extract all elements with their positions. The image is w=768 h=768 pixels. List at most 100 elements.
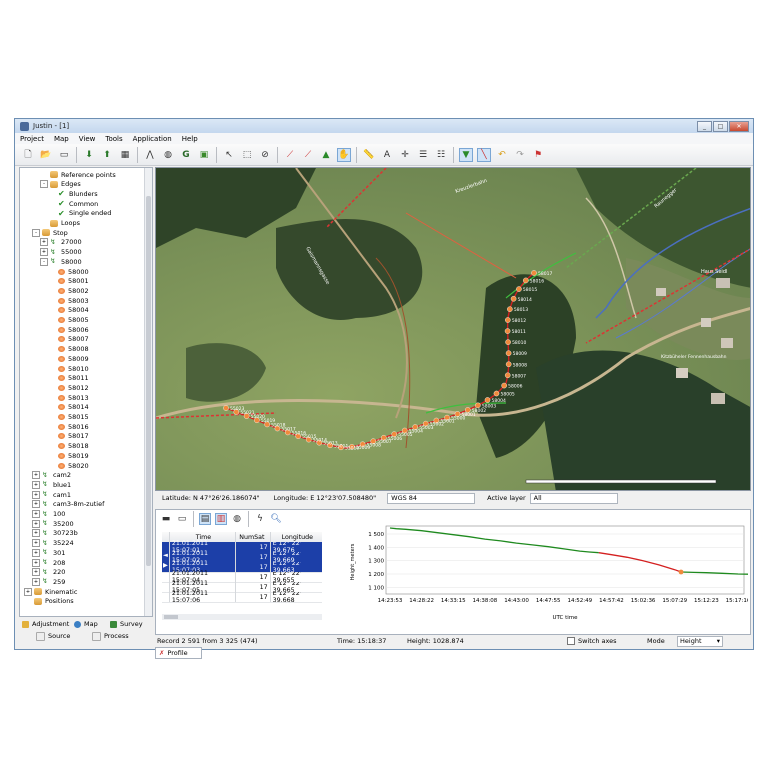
tree-item[interactable]: 58020 bbox=[48, 461, 89, 470]
expand-icon[interactable]: + bbox=[32, 490, 40, 499]
survey-point[interactable] bbox=[531, 270, 537, 276]
tab-survey[interactable]: Survey bbox=[107, 619, 146, 629]
tree-item[interactable]: + ↯ 100 bbox=[32, 510, 65, 519]
pointer-icon[interactable]: ↖ bbox=[222, 148, 236, 162]
survey-point[interactable] bbox=[504, 328, 511, 334]
menu-map[interactable]: Map bbox=[54, 135, 69, 143]
save-icon[interactable]: ▭ bbox=[57, 148, 71, 162]
tree-item[interactable]: 58010 bbox=[48, 364, 89, 373]
save-icon[interactable]: ▭ bbox=[176, 513, 188, 525]
tree-item[interactable]: 58019 bbox=[48, 451, 89, 460]
survey-point[interactable] bbox=[507, 306, 513, 312]
menu-project[interactable]: Project bbox=[20, 135, 44, 143]
tree-item[interactable]: + ↯ 301 bbox=[32, 548, 65, 557]
mode-select[interactable]: Height ▾ bbox=[677, 635, 723, 647]
tab-source[interactable]: Source bbox=[33, 631, 73, 641]
tree-scrollbar[interactable] bbox=[144, 168, 152, 616]
column-header[interactable]: Longitude bbox=[271, 532, 322, 542]
survey-point[interactable] bbox=[516, 286, 522, 292]
select-area-icon[interactable]: ⬚ bbox=[240, 148, 254, 162]
tree-item[interactable]: 58014 bbox=[48, 403, 89, 412]
crosshair-icon[interactable]: ✛ bbox=[398, 148, 412, 162]
expand-icon[interactable]: + bbox=[40, 238, 48, 247]
tree-item[interactable]: + ↯ 30723b bbox=[32, 529, 78, 538]
table-view-icon[interactable]: ▤ bbox=[199, 513, 211, 525]
tree-item[interactable]: 58002 bbox=[48, 286, 89, 295]
globe-icon[interactable]: ◍ bbox=[161, 148, 175, 162]
survey-point[interactable] bbox=[505, 361, 512, 368]
flag-icon[interactable]: ⚑ bbox=[531, 148, 545, 162]
survey-point[interactable] bbox=[505, 350, 512, 357]
tree-item[interactable]: - ↯ 58000 bbox=[40, 257, 82, 266]
tree-item[interactable]: 58000 bbox=[48, 267, 89, 276]
letter-g-icon[interactable]: G bbox=[179, 148, 193, 162]
survey-point[interactable] bbox=[504, 372, 511, 379]
list-icon[interactable]: ☰ bbox=[416, 148, 430, 162]
column-header[interactable]: NumSat bbox=[236, 532, 271, 542]
tree-item[interactable]: 58009 bbox=[48, 354, 89, 363]
expand-icon[interactable]: + bbox=[32, 471, 40, 480]
tree-item[interactable]: - Stop bbox=[32, 228, 68, 237]
collapse-icon[interactable]: - bbox=[32, 228, 40, 237]
tree-item[interactable]: ✔ Blunders bbox=[48, 189, 98, 198]
globe-icon[interactable]: ◍ bbox=[231, 513, 243, 525]
survey-point[interactable] bbox=[484, 397, 491, 403]
tab-process[interactable]: Process bbox=[89, 631, 132, 641]
tree-item[interactable]: 58006 bbox=[48, 325, 89, 334]
triangle-tool-icon[interactable]: ▲ bbox=[319, 148, 333, 162]
tree-item[interactable]: + ↯ 35224 bbox=[32, 539, 74, 548]
expand-icon[interactable]: + bbox=[32, 500, 40, 509]
expand-icon[interactable]: + bbox=[32, 548, 40, 557]
accept-icon[interactable]: ▼ bbox=[459, 147, 473, 162]
tree-item[interactable]: + ↯ 208 bbox=[32, 558, 65, 567]
tree-item[interactable]: 58015 bbox=[48, 413, 89, 422]
tree-item[interactable]: 58003 bbox=[48, 296, 89, 305]
compass-icon[interactable]: ⋀ bbox=[143, 148, 157, 162]
survey-point[interactable] bbox=[475, 402, 481, 409]
redo-icon[interactable]: ↷ bbox=[513, 148, 527, 162]
survey-point[interactable] bbox=[505, 317, 511, 323]
no-entry-icon[interactable]: ⊘ bbox=[258, 148, 272, 162]
survey-point[interactable] bbox=[510, 295, 517, 302]
tree-item[interactable]: Reference points bbox=[40, 170, 116, 179]
datum-field[interactable]: WGS 84 bbox=[387, 492, 476, 504]
tree-item[interactable]: + ↯ 35200 bbox=[32, 519, 74, 528]
pan-hand-icon[interactable]: ✋ bbox=[337, 147, 351, 162]
print-icon[interactable]: ▬ bbox=[160, 513, 172, 525]
north-arrow-icon[interactable]: A bbox=[380, 148, 394, 162]
tree-item[interactable]: 58017 bbox=[48, 432, 89, 441]
expand-icon[interactable]: + bbox=[24, 587, 32, 596]
import-icon[interactable]: ⬇ bbox=[82, 148, 96, 162]
expand-icon[interactable]: + bbox=[32, 568, 40, 577]
tree-item[interactable]: 58001 bbox=[48, 277, 89, 286]
tree-item[interactable]: + ↯ cam3-8m-zutief bbox=[32, 500, 104, 509]
expand-icon[interactable]: + bbox=[40, 248, 48, 257]
tree-item[interactable]: 58008 bbox=[48, 345, 89, 354]
tree-item[interactable]: + ↯ 259 bbox=[32, 577, 65, 586]
line-draw-icon[interactable]: ╲ bbox=[477, 147, 491, 162]
menu-tools[interactable]: Tools bbox=[105, 135, 122, 143]
menu-view[interactable]: View bbox=[79, 135, 96, 143]
line-tool-icon[interactable]: ⟋ bbox=[283, 148, 297, 162]
tree-item[interactable]: 58005 bbox=[48, 316, 89, 325]
expand-icon[interactable]: + bbox=[32, 510, 40, 518]
menu-help[interactable]: Help bbox=[182, 135, 198, 143]
tree-item[interactable]: + ↯ 220 bbox=[32, 568, 65, 577]
expand-icon[interactable]: + bbox=[32, 480, 40, 489]
maximize-button[interactable]: □ bbox=[713, 121, 728, 132]
tree-item[interactable]: Loops bbox=[40, 219, 80, 228]
list-sort-icon[interactable]: ☷ bbox=[434, 148, 448, 162]
tree-item[interactable]: + Kinematic bbox=[24, 587, 77, 596]
switch-axes-checkbox[interactable]: Switch axes bbox=[567, 637, 647, 645]
active-layer-field[interactable]: All bbox=[529, 492, 618, 504]
table-scrollbar[interactable] bbox=[162, 614, 322, 620]
new-file-icon[interactable]: 🗋 bbox=[21, 148, 35, 162]
table-row[interactable]: 21.01.2011 15:07:06 17 E 12° 22' 39.668 bbox=[162, 590, 322, 604]
tab-profile[interactable]: ✗ Profile bbox=[155, 647, 202, 659]
tree-item[interactable]: + ↯ cam2 bbox=[32, 471, 71, 480]
measure-icon[interactable]: ⟋ bbox=[301, 148, 315, 162]
zoom-icon[interactable]: 🔍︎ bbox=[270, 513, 282, 525]
tree-item[interactable]: + ↯ cam1 bbox=[32, 490, 71, 499]
survey-point[interactable] bbox=[223, 405, 229, 411]
survey-point[interactable] bbox=[501, 382, 507, 389]
